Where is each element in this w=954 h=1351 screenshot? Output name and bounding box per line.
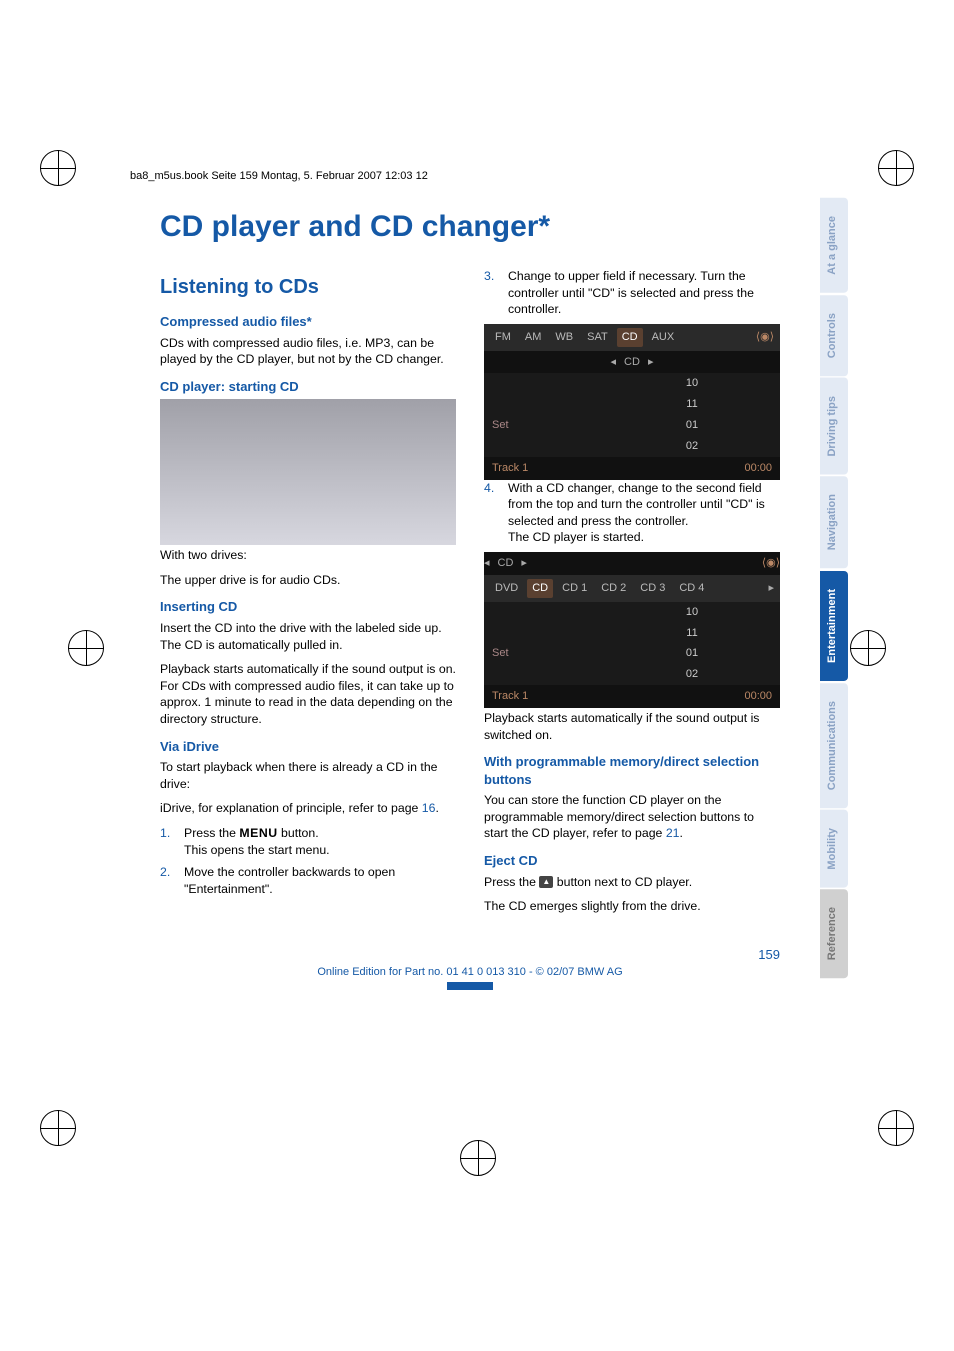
left-column: Listening to CDs Compressed audio files*… — [160, 268, 456, 923]
register-mark-icon — [878, 1110, 914, 1146]
source-tab-cd3: CD 3 — [635, 579, 670, 598]
text-eject-1: Press the ▲ button next to CD player. — [484, 874, 780, 891]
register-mark-icon — [850, 630, 886, 666]
running-header: ba8_m5us.book Seite 159 Montag, 5. Febru… — [130, 170, 428, 182]
register-mark-icon — [40, 150, 76, 186]
text-via-2: iDrive, for explanation of principle, re… — [160, 800, 456, 817]
tab-reference[interactable]: Reference — [820, 889, 848, 978]
step-2: 2. Move the controller backwards to open… — [160, 864, 456, 897]
register-mark-icon — [878, 150, 914, 186]
heading-inserting: Inserting CD — [160, 598, 456, 616]
source-tab-cd2: CD 2 — [596, 579, 631, 598]
tab-entertainment[interactable]: Entertainment — [820, 571, 848, 681]
step-3: 3. Change to upper field if necessary. T… — [484, 268, 780, 318]
right-column: 3. Change to upper field if necessary. T… — [484, 268, 780, 923]
steps-list: 1. Press the MENU button. This opens the… — [160, 825, 456, 897]
step-number: 3. — [484, 268, 498, 318]
step-1: 1. Press the MENU button. This opens the… — [160, 825, 456, 858]
text-two-drives-2: The upper drive is for audio CDs. — [160, 572, 456, 589]
idrive-screenshot-2: ◂CD▸⟨◉⟩ DVD CD CD 1 CD 2 CD 3 CD 4 ▸ 10 … — [484, 552, 780, 708]
source-tab-wb: WB — [550, 328, 578, 347]
source-tab-cd1: CD 1 — [557, 579, 592, 598]
heading-compressed: Compressed audio files* — [160, 313, 456, 331]
source-tab-cd: CD — [617, 328, 643, 347]
step-number: 2. — [160, 864, 174, 897]
text-programmable: You can store the function CD player on … — [484, 792, 780, 842]
tab-driving-tips[interactable]: Driving tips — [820, 378, 848, 475]
heading-programmable: With programmable memory/direct selectio… — [484, 753, 780, 788]
source-tab-sat: SAT — [582, 328, 613, 347]
time-label: 00:00 — [744, 461, 772, 476]
source-tab-cd: CD — [527, 579, 553, 598]
menu-button-label: MENU — [239, 825, 277, 842]
page-ref-16[interactable]: 16 — [422, 801, 436, 815]
register-mark-icon — [68, 630, 104, 666]
text-playback-auto: Playback starts automatically if the sou… — [484, 710, 780, 743]
time-label: 00:00 — [744, 689, 772, 704]
tab-at-a-glance[interactable]: At a glance — [820, 198, 848, 293]
footer-line: Online Edition for Part no. 01 41 0 013 … — [160, 966, 780, 978]
idrive-screenshot-1: FM AM WB SAT CD AUX ⟨◉⟩ ◂CD▸ 10 11 Set01… — [484, 324, 780, 480]
scroll-right-icon: ▸ — [768, 581, 774, 596]
text-two-drives-1: With two drives: — [160, 547, 456, 564]
tab-controls[interactable]: Controls — [820, 295, 848, 376]
controller-icon: ⟨◉⟩ — [762, 556, 780, 571]
text-insert-1: Insert the CD into the drive with the la… — [160, 620, 456, 653]
controller-icon: ⟨◉⟩ — [756, 330, 774, 345]
track-label: Track 1 — [492, 689, 528, 704]
source-tab-am: AM — [520, 328, 547, 347]
page-number: 159 — [160, 947, 780, 962]
register-mark-icon — [460, 1140, 496, 1176]
tab-mobility[interactable]: Mobility — [820, 810, 848, 888]
eject-icon: ▲ — [539, 876, 553, 888]
page-ref-21[interactable]: 21 — [666, 826, 680, 840]
step-number: 4. — [484, 480, 498, 546]
heading-listening: Listening to CDs — [160, 274, 456, 301]
track-label: Track 1 — [492, 461, 528, 476]
source-tab-cd4: CD 4 — [674, 579, 709, 598]
heading-via-idrive: Via iDrive — [160, 738, 456, 756]
source-tab-fm: FM — [490, 328, 516, 347]
text-via-1: To start playback when there is already … — [160, 759, 456, 792]
tab-navigation[interactable]: Navigation — [820, 476, 848, 568]
text-compressed: CDs with compressed audio files, i.e. MP… — [160, 335, 456, 368]
heading-starting-cd: CD player: starting CD — [160, 378, 456, 396]
heading-eject: Eject CD — [484, 852, 780, 870]
thumb-index: At a glance Controls Driving tips Naviga… — [820, 198, 848, 979]
text-eject-2: The CD emerges slightly from the drive. — [484, 898, 780, 915]
step-4: 4. With a CD changer, change to the seco… — [484, 480, 780, 546]
page-title: CD player and CD changer* — [160, 210, 780, 244]
dashboard-photo — [160, 399, 456, 545]
source-tab-aux: AUX — [647, 328, 680, 347]
source-tab-dvd: DVD — [490, 579, 523, 598]
footer-bar — [447, 982, 493, 990]
text-insert-2: Playback starts automatically if the sou… — [160, 661, 456, 727]
tab-communications[interactable]: Communications — [820, 683, 848, 808]
step-number: 1. — [160, 825, 174, 858]
register-mark-icon — [40, 1110, 76, 1146]
